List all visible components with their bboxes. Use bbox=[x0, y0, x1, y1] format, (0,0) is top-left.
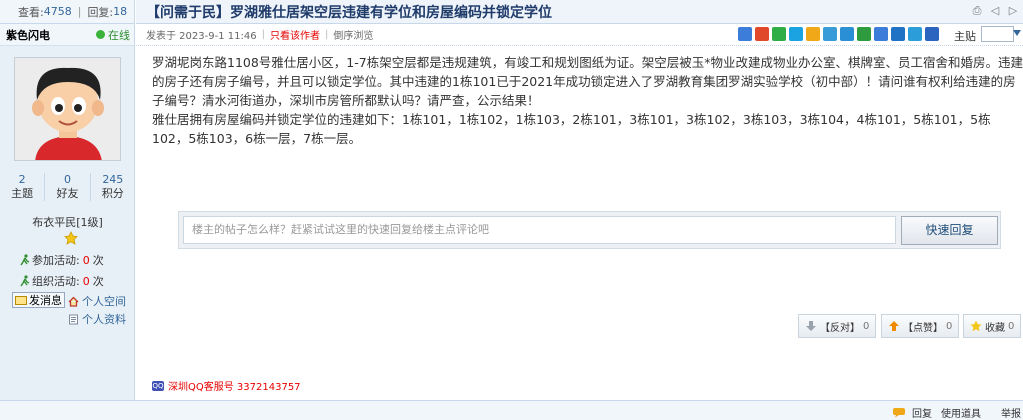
quick-reply-input[interactable]: 楼主的帖子怎么样？赶紧试试这里的快速回复给楼主点评论吧 bbox=[183, 216, 896, 244]
floor-label: 主贴 bbox=[954, 30, 976, 43]
only-author-link[interactable]: 只看该作者 bbox=[270, 27, 320, 42]
online-icon bbox=[96, 30, 105, 39]
author-row: 紫色闪电 在线 bbox=[0, 24, 134, 46]
send-message-button[interactable]: 发消息 bbox=[12, 292, 65, 308]
online-status: 在线 bbox=[96, 27, 130, 43]
up-arrow-icon bbox=[889, 321, 899, 331]
views-label: 查看: bbox=[18, 5, 44, 19]
online-label: 在线 bbox=[108, 28, 130, 42]
activity-joined: 参加活动: 0 次 bbox=[20, 252, 104, 268]
share-qzone-icon[interactable] bbox=[806, 27, 820, 41]
replies-label: 回复: bbox=[87, 5, 114, 19]
runner-icon bbox=[20, 275, 30, 287]
next-thread-icon[interactable]: ▷ bbox=[1007, 5, 1019, 17]
post-action-bar: 回复 使用道具 举报 bbox=[0, 400, 1023, 420]
author-sidebar: 查看: 4758 | 回复: 18 紫色闪电 在线 2 主题 0 好友 245 … bbox=[0, 0, 135, 420]
share-email-icon[interactable] bbox=[908, 27, 922, 41]
reply-link[interactable]: 回复 bbox=[892, 405, 932, 420]
post-title: 【问需于民】罗湖雅仕居架空层违建有学位和房屋编码并锁定学位 bbox=[146, 4, 552, 21]
share-wechat-icon[interactable] bbox=[772, 27, 786, 41]
thread-stats: 查看: 4758 | 回复: 18 bbox=[0, 0, 134, 24]
share-douban-icon[interactable] bbox=[857, 27, 871, 41]
title-tools: ⎙ ◁ ▷ bbox=[971, 5, 1019, 17]
user-rank: 布衣平民[1级] bbox=[32, 216, 103, 229]
quick-reply-box: 楼主的帖子怎么样？赶紧试试这里的快速回复给楼主点评论吧 快速回复 bbox=[178, 211, 1001, 249]
print-icon[interactable]: ⎙ bbox=[971, 5, 983, 17]
report-link[interactable]: 举报 bbox=[1001, 405, 1021, 420]
post-paragraph: 罗湖坭岗东路1108号雅仕居小区，1-7栋架空层都是违规建筑，有竣工和规划图纸为… bbox=[152, 55, 1023, 108]
document-icon bbox=[69, 314, 78, 324]
favorite-button[interactable]: 收藏 0 bbox=[963, 314, 1022, 338]
qq-icon: QQ bbox=[152, 380, 164, 391]
profile-link[interactable]: 个人资料 bbox=[68, 311, 126, 327]
share-bookmark-icon[interactable] bbox=[891, 27, 905, 41]
share-qq-icon[interactable] bbox=[789, 27, 803, 41]
floor-jump-input[interactable] bbox=[981, 26, 1014, 42]
replies-count: 18 bbox=[113, 5, 128, 18]
personal-space-link[interactable]: 个人空间 bbox=[68, 293, 126, 309]
share-plus-icon[interactable] bbox=[738, 27, 752, 41]
down-arrow-icon bbox=[806, 321, 816, 331]
count-points[interactable]: 245 积分 bbox=[91, 173, 135, 201]
post-title-bar: 【问需于民】罗湖雅仕居架空层违建有学位和房屋编码并锁定学位 bbox=[136, 0, 1023, 24]
share-more-icon[interactable] bbox=[925, 27, 939, 41]
envelope-icon bbox=[15, 295, 27, 305]
support-button[interactable]: 【点赞】 0 bbox=[881, 314, 960, 338]
reverse-view-link[interactable]: 倒序浏览 bbox=[333, 27, 373, 42]
views-count: 4758 bbox=[43, 5, 72, 18]
share-renren-icon[interactable] bbox=[823, 27, 837, 41]
count-friends[interactable]: 0 好友 bbox=[45, 173, 91, 201]
quick-reply-button[interactable]: 快速回复 bbox=[901, 216, 998, 245]
avatar[interactable] bbox=[14, 57, 121, 161]
post-body: 罗湖坭岗东路1108号雅仕居小区，1-7栋架空层都是违规建筑，有竣工和规划图纸为… bbox=[152, 53, 1023, 148]
count-topics[interactable]: 2 主题 bbox=[0, 173, 46, 201]
runner-icon bbox=[20, 254, 30, 266]
prev-thread-icon[interactable]: ◁ bbox=[989, 5, 1001, 17]
share-kaixin-icon[interactable] bbox=[874, 27, 888, 41]
author-name[interactable]: 紫色闪电 bbox=[6, 27, 50, 43]
post-area: 【问需于民】罗湖雅仕居架空层违建有学位和房屋编码并锁定学位 ⎙ ◁ ▷ 发表于 … bbox=[136, 0, 1023, 420]
use-tools-link[interactable]: 使用道具 bbox=[941, 405, 981, 420]
post-time: 发表于 2023-9-1 11:46 bbox=[146, 31, 257, 42]
oppose-button[interactable]: 【反对】 0 bbox=[798, 314, 877, 338]
qq-service-link[interactable]: QQ 深圳QQ客服号 3372143757 bbox=[152, 378, 301, 393]
share-tencent-icon[interactable] bbox=[840, 27, 854, 41]
author-counts: 2 主题 0 好友 245 积分 bbox=[0, 173, 135, 201]
share-weibo-icon[interactable] bbox=[755, 27, 769, 41]
star-icon bbox=[970, 320, 982, 332]
activity-organized: 组织活动: 0 次 bbox=[20, 273, 104, 289]
avatar-cartoon-icon bbox=[15, 58, 120, 160]
share-icons bbox=[738, 27, 939, 41]
scroll-down-icon[interactable] bbox=[1013, 30, 1021, 38]
home-icon bbox=[68, 296, 79, 307]
post-paragraph: 雅仕居拥有房屋编码并锁定学位的违建如下：1栋101，1栋102，1栋103，2栋… bbox=[152, 112, 991, 146]
star-icon bbox=[64, 231, 78, 245]
reply-bubble-icon bbox=[893, 408, 905, 418]
